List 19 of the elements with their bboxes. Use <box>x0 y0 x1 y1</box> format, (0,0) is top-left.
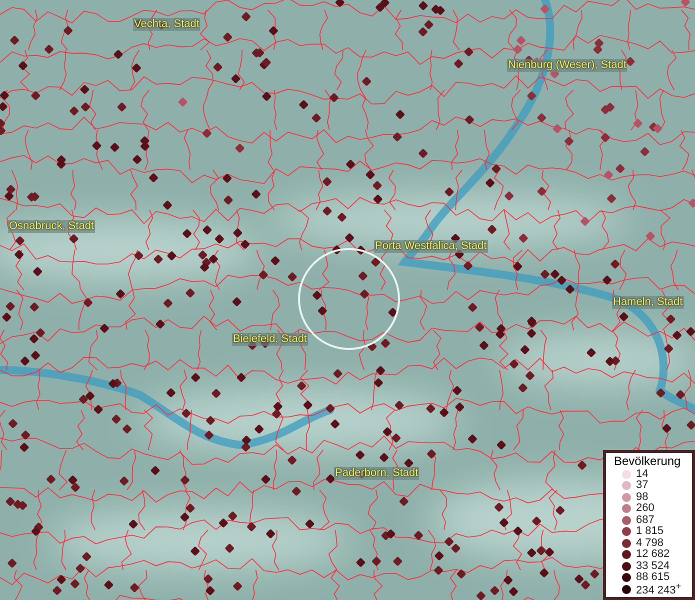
place-label: Nienburg (Weser), Stadt <box>507 59 628 72</box>
place-label: Paderborn, Stadt <box>334 467 420 480</box>
place-label: Hameln, Stadt <box>612 296 684 309</box>
legend-value: 1 815 <box>636 526 664 538</box>
legend-value: 14 <box>636 468 648 480</box>
legend-value: 4 798 <box>636 538 664 549</box>
legend-value: 687 <box>636 514 654 526</box>
legend-value: 88 615 <box>636 572 670 584</box>
legend-value: 98 <box>636 492 648 503</box>
place-label: Bielefeld, Stadt <box>232 333 308 346</box>
legend-value: 33 524 <box>636 560 670 572</box>
place-label: Porta Westfalica, Stadt <box>374 240 488 253</box>
legend-value: 37 <box>636 480 648 492</box>
legend-value: 260 <box>636 503 654 514</box>
legend-title: Bevölkerung <box>614 454 682 468</box>
place-label: Vechta, Stadt <box>133 18 200 31</box>
legend-value: 12 682 <box>636 549 670 560</box>
legend-value: 234 243$^{+}$ <box>636 581 682 598</box>
place-label: Osnabrück, Stadt <box>8 220 95 233</box>
